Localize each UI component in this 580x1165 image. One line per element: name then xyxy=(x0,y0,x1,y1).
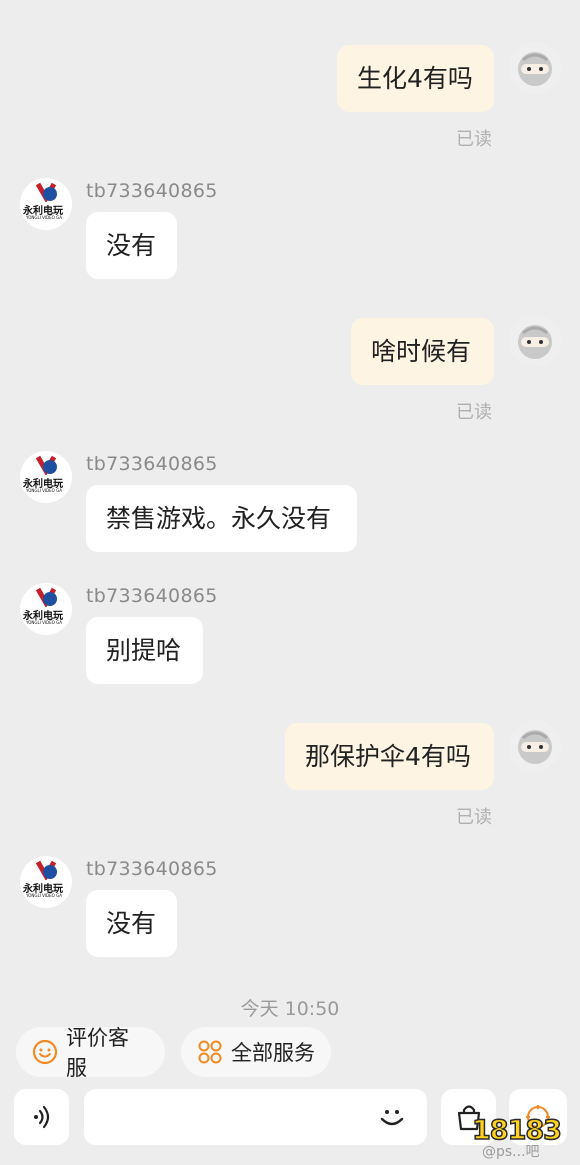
rate-service-button[interactable]: 评价客服 xyxy=(16,1026,165,1080)
ninja-avatar-icon xyxy=(509,720,561,772)
shop-avatar[interactable]: 永利电玩 YONGLI VIDEO GA xyxy=(20,178,72,230)
watermark-subtext: @ps...吧 xyxy=(482,1144,540,1160)
shop-logo-subtext: YONGLI VIDEO GA xyxy=(26,488,62,493)
read-status: 已读 xyxy=(456,129,492,150)
message-bubble-incoming[interactable]: 没有 xyxy=(86,212,177,279)
user-avatar[interactable] xyxy=(509,720,561,772)
voice-button[interactable] xyxy=(14,1089,69,1145)
message-bubble-incoming[interactable]: 别提哈 xyxy=(86,617,203,684)
message-bubble-outgoing[interactable]: 那保护伞4有吗 xyxy=(285,723,494,790)
rate-service-label: 评价客服 xyxy=(66,1026,129,1080)
all-services-button[interactable]: 全部服务 xyxy=(181,1027,331,1077)
message-bubble-outgoing[interactable]: 生化4有吗 xyxy=(337,45,494,112)
sender-name: tb733640865 xyxy=(86,585,218,607)
shop-avatar[interactable]: 永利电玩 YONGLI VIDEO GA xyxy=(20,583,72,635)
user-avatar[interactable] xyxy=(509,315,561,367)
message-bubble-incoming[interactable]: 没有 xyxy=(86,890,177,957)
read-status: 已读 xyxy=(456,402,492,423)
message-bubble-outgoing[interactable]: 啥时候有 xyxy=(351,318,494,385)
shop-logo-subtext: YONGLI VIDEO GA xyxy=(26,215,62,220)
ninja-avatar-icon xyxy=(509,315,561,367)
shop-logo-subtext: YONGLI VIDEO GA xyxy=(26,620,62,625)
message-input[interactable] xyxy=(84,1089,427,1145)
read-status: 已读 xyxy=(456,807,492,828)
smile-icon xyxy=(32,1039,58,1065)
message-bubble-incoming[interactable]: 禁售游戏。永久没有 xyxy=(86,485,357,552)
shop-avatar[interactable]: 永利电玩 YONGLI VIDEO GA xyxy=(20,856,72,908)
emoji-icon xyxy=(380,1110,404,1126)
all-services-label: 全部服务 xyxy=(231,1041,315,1065)
grid-icon xyxy=(197,1039,223,1065)
sender-name: tb733640865 xyxy=(86,453,218,475)
sender-name: tb733640865 xyxy=(86,180,218,202)
shop-avatar[interactable]: 永利电玩 YONGLI VIDEO GA xyxy=(20,451,72,503)
user-avatar[interactable] xyxy=(509,42,561,94)
timestamp: 今天 10:50 xyxy=(240,998,340,1020)
ninja-avatar-icon xyxy=(509,42,561,94)
emoji-button[interactable] xyxy=(376,1101,408,1137)
sender-name: tb733640865 xyxy=(86,858,218,880)
shop-logo-subtext: YONGLI VIDEO GA xyxy=(26,893,62,898)
voice-icon xyxy=(33,1105,49,1129)
